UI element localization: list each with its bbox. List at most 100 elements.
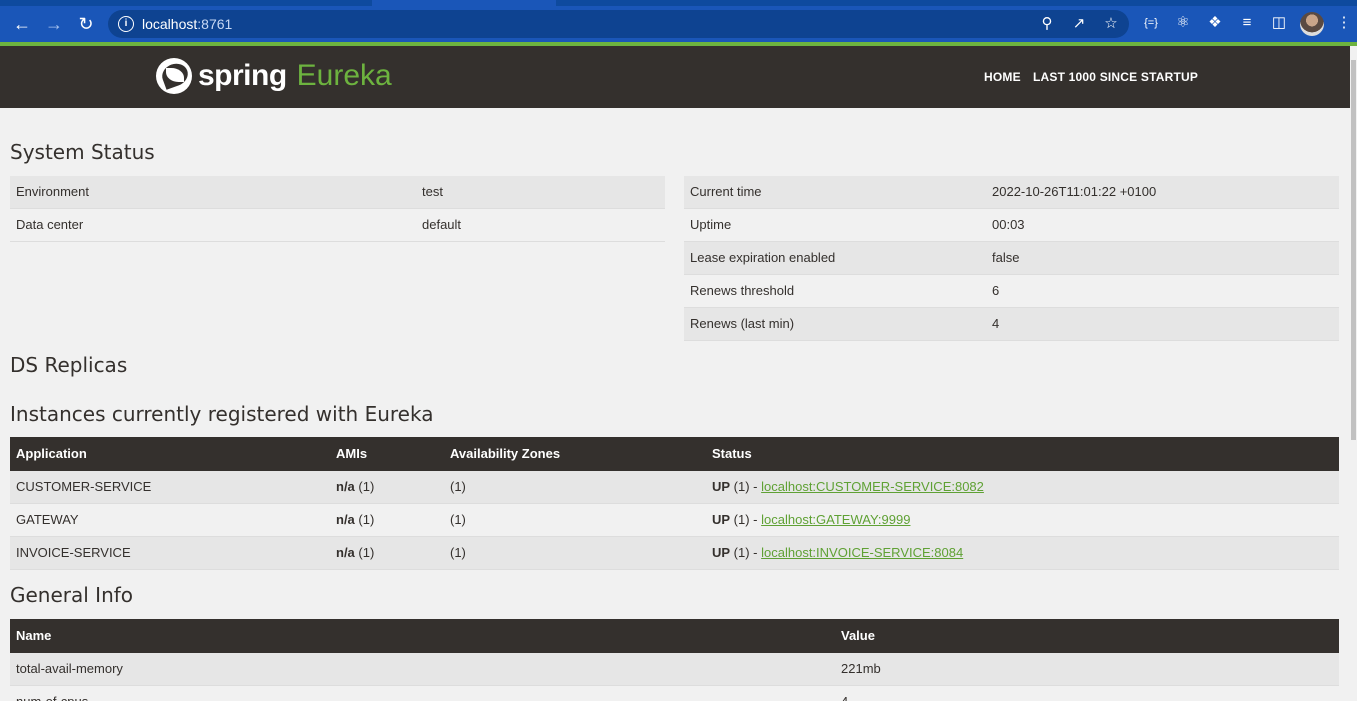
nav-home-link[interactable]: HOME: [984, 70, 1021, 84]
info-name: num-of-cpus: [16, 694, 88, 701]
row-value: test: [422, 184, 443, 199]
system-status-right-table: Current time 2022-10-26T11:01:22 +0100 U…: [684, 176, 1339, 341]
instances-title: Instances currently registered with Eure…: [10, 402, 434, 426]
table-row: Lease expiration enabled false: [684, 242, 1339, 275]
row-value: 4: [992, 316, 1000, 331]
table-row: Renews threshold 6: [684, 275, 1339, 308]
status-value: UP: [712, 479, 731, 494]
ami-count: (1): [354, 479, 375, 494]
table-row: CUSTOMER-SERVICE n/a (1) (1) UP (1) - lo…: [10, 471, 1339, 504]
row-label: Environment: [16, 184, 89, 199]
row-label: Uptime: [690, 217, 732, 232]
info-value: 221mb: [841, 661, 881, 676]
zones-cell: (1): [450, 545, 466, 560]
star-icon[interactable]: ☆: [1102, 15, 1120, 33]
scrollbar-thumb[interactable]: [1351, 60, 1356, 440]
logo-text: spring: [198, 59, 287, 92]
column-header: Status: [712, 446, 752, 461]
spring-logo[interactable]: spring Eureka: [156, 58, 392, 94]
url-host: localhost: [142, 16, 198, 32]
row-value: 6: [992, 283, 1000, 298]
ds-replicas-title: DS Replicas: [10, 353, 128, 377]
row-label: Data center: [16, 217, 84, 232]
ami-cell: n/a (1): [336, 545, 374, 560]
row-value: default: [422, 217, 462, 232]
row-value: false: [992, 250, 1020, 265]
ami-value: n/a: [336, 512, 355, 527]
media-icon[interactable]: ≡: [1237, 13, 1257, 33]
table-row: INVOICE-SERVICE n/a (1) (1) UP (1) - loc…: [10, 537, 1339, 570]
instance-link[interactable]: localhost:INVOICE-SERVICE:8084: [761, 545, 963, 560]
ami-count: (1): [354, 545, 375, 560]
info-icon[interactable]: i: [118, 16, 134, 32]
spring-leaf-icon: [156, 58, 192, 94]
row-label: Renews threshold: [690, 283, 795, 298]
status-count: (1) -: [730, 545, 762, 560]
sidepanel-icon[interactable]: ◫: [1269, 13, 1289, 33]
reload-icon[interactable]: ↻: [74, 12, 98, 36]
row-value: 00:03: [992, 217, 1025, 232]
status-value: UP: [712, 545, 731, 560]
table-row: num-of-cpus 4: [10, 686, 1339, 701]
ami-count: (1): [354, 512, 375, 527]
table-row: Current time 2022-10-26T11:01:22 +0100: [684, 176, 1339, 209]
table-header: Application AMIs Availability Zones Stat…: [10, 437, 1339, 471]
table-header: Name Value: [10, 619, 1339, 653]
table-row: Uptime 00:03: [684, 209, 1339, 242]
scrollbar[interactable]: [1350, 46, 1357, 701]
app-name: INVOICE-SERVICE: [16, 545, 131, 560]
instance-link[interactable]: localhost:CUSTOMER-SERVICE:8082: [761, 479, 984, 494]
zones-cell: (1): [450, 479, 466, 494]
avatar[interactable]: [1300, 12, 1324, 36]
row-value: 2022-10-26T11:01:22 +0100: [992, 184, 1157, 199]
ami-value: n/a: [336, 545, 355, 560]
column-header: Value: [841, 628, 875, 643]
back-arrow-icon[interactable]: ←: [10, 12, 34, 36]
general-info-table: Name Value total-avail-memory 221mb num-…: [10, 619, 1339, 701]
ami-cell: n/a (1): [336, 512, 374, 527]
logo-product: Eureka: [296, 59, 392, 92]
app-name: GATEWAY: [16, 512, 79, 527]
status-count: (1) -: [730, 512, 762, 527]
table-row: Environment test: [10, 176, 665, 209]
column-header: Name: [16, 628, 52, 643]
menu-icon[interactable]: ⋮: [1334, 13, 1354, 33]
app-name: CUSTOMER-SERVICE: [16, 479, 152, 494]
row-label: Renews (last min): [690, 316, 795, 331]
puzzle-icon[interactable]: ❖: [1205, 13, 1225, 33]
table-row: Data center default: [10, 209, 665, 242]
column-header: Application: [16, 446, 87, 461]
system-status-title: System Status: [10, 140, 155, 164]
ami-cell: n/a (1): [336, 479, 374, 494]
info-value: 4: [841, 694, 848, 701]
status-cell: UP (1) - localhost:INVOICE-SERVICE:8084: [712, 545, 963, 560]
row-label: Lease expiration enabled: [690, 250, 836, 265]
status-value: UP: [712, 512, 731, 527]
zoom-icon[interactable]: ⚲: [1038, 15, 1056, 33]
ami-value: n/a: [336, 479, 355, 494]
column-header: AMIs: [336, 446, 368, 461]
url-port: :8761: [197, 16, 233, 32]
nav-last-1000-link[interactable]: LAST 1000 SINCE STARTUP: [1033, 70, 1198, 84]
system-status-left-table: Environment test Data center default: [10, 176, 665, 242]
table-row: GATEWAY n/a (1) (1) UP (1) - localhost:G…: [10, 504, 1339, 537]
instances-table: Application AMIs Availability Zones Stat…: [10, 437, 1339, 570]
share-icon[interactable]: ↗: [1070, 15, 1088, 33]
active-tab[interactable]: [372, 0, 556, 6]
status-count: (1) -: [730, 479, 762, 494]
table-row: Renews (last min) 4: [684, 308, 1339, 341]
react-icon[interactable]: ⚛: [1173, 13, 1193, 33]
eureka-navbar: spring Eureka HOME LAST 1000 SINCE START…: [0, 46, 1350, 108]
address-bar[interactable]: i localhost:8761 ⚲ ↗ ☆: [108, 10, 1129, 38]
extension-json-icon[interactable]: {=}: [1141, 13, 1161, 33]
general-info-title: General Info: [10, 583, 134, 607]
table-row: total-avail-memory 221mb: [10, 653, 1339, 686]
zones-cell: (1): [450, 512, 466, 527]
instance-link[interactable]: localhost:GATEWAY:9999: [761, 512, 910, 527]
status-cell: UP (1) - localhost:CUSTOMER-SERVICE:8082: [712, 479, 984, 494]
url-text[interactable]: localhost:8761: [142, 16, 232, 32]
status-cell: UP (1) - localhost:GATEWAY:9999: [712, 512, 910, 527]
column-header: Availability Zones: [450, 446, 561, 461]
forward-arrow-icon[interactable]: →: [42, 12, 66, 36]
info-name: total-avail-memory: [16, 661, 123, 676]
